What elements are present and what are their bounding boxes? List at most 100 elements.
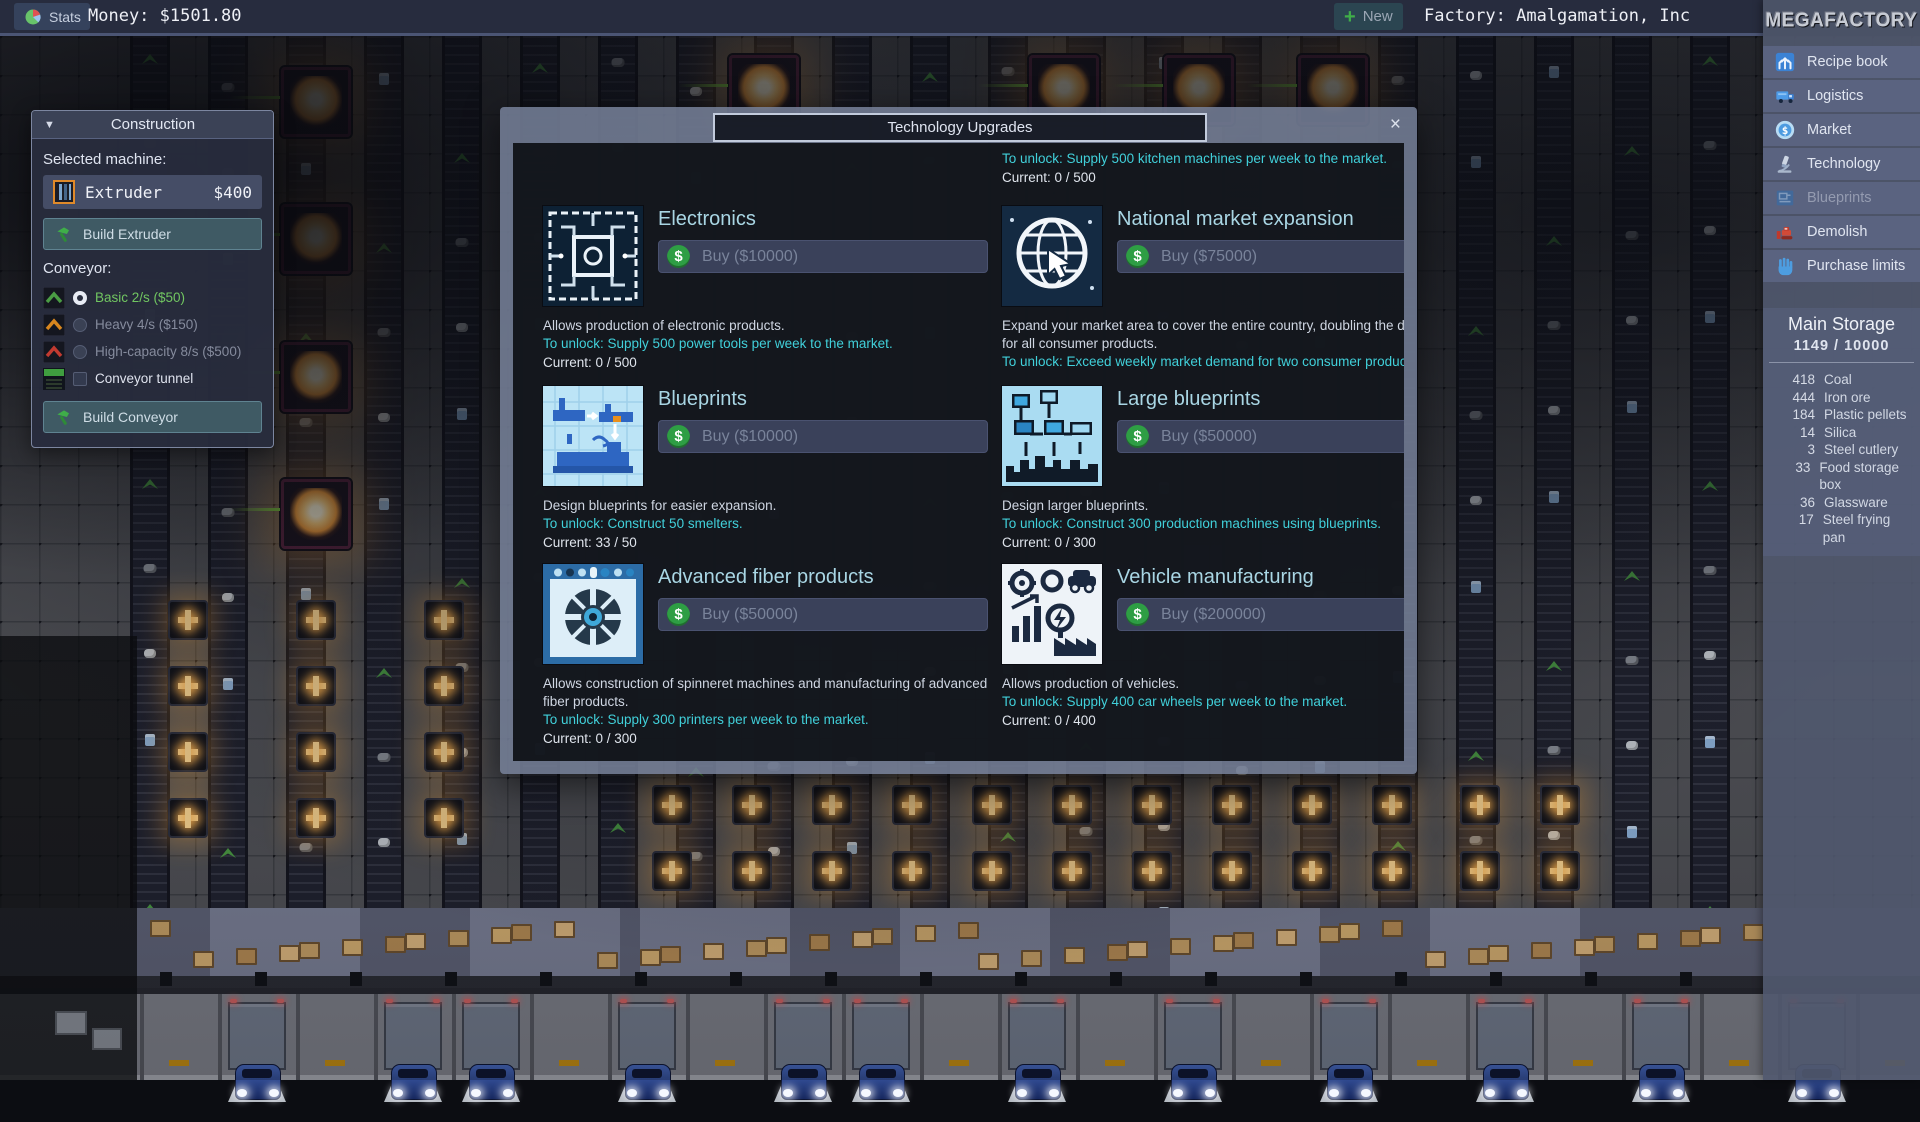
- build-extruder-button[interactable]: Build Extruder: [43, 218, 262, 250]
- close-icon[interactable]: ×: [1390, 112, 1401, 137]
- headlight: [783, 1089, 793, 1097]
- stats-button[interactable]: Stats: [14, 3, 90, 30]
- dock-post: [635, 972, 647, 986]
- dock-post: [1680, 972, 1692, 986]
- cargo-box: [766, 937, 787, 954]
- dollar-coin-icon: $: [1126, 245, 1149, 268]
- build-conveyor-label: Build Conveyor: [83, 409, 178, 425]
- partial-tech-left: [543, 143, 1002, 206]
- dock-post: [1110, 972, 1122, 986]
- technology-upgrades-modal: Technology Upgrades × To unlock: Supply …: [500, 107, 1417, 774]
- tunnel-checkbox[interactable]: [73, 372, 87, 386]
- tech-card-advanced-fiber-products: Advanced fiber products $ Buy ($50000) A…: [543, 564, 1002, 745]
- conveyor-item: [456, 238, 469, 247]
- dock-post: [1395, 972, 1407, 986]
- cargo-box: [1700, 927, 1721, 944]
- truck-cab: [1327, 1064, 1373, 1100]
- tech-card-large-blueprints: Large blueprints $ Buy ($50000) Design l…: [1002, 386, 1404, 550]
- tech-unlock-condition: To unlock: Construct 300 production mach…: [1002, 515, 1404, 533]
- pie-chart-icon: [23, 7, 43, 27]
- conveyor-item: [1705, 736, 1715, 748]
- sidebar-item-logistics[interactable]: Logistics: [1763, 80, 1920, 112]
- sidebar-item-purchase-limits[interactable]: Purchase limits: [1763, 250, 1920, 282]
- buy-button[interactable]: $ Buy ($200000): [1117, 598, 1404, 631]
- headlight: [861, 1089, 871, 1097]
- truck-rear-light: [433, 999, 440, 1003]
- radio-selected[interactable]: [73, 291, 87, 305]
- conveyor-item: [1702, 56, 1718, 66]
- truck-cab: [625, 1064, 671, 1100]
- dollar-coin-icon: $: [1126, 603, 1149, 626]
- headlight: [815, 1089, 825, 1097]
- bay-marker-dash: [1573, 1060, 1593, 1066]
- windshield: [1178, 1069, 1208, 1078]
- buy-button[interactable]: $ Buy ($10000): [658, 420, 988, 453]
- lamp-machine: [1372, 785, 1412, 825]
- cargo-box: [554, 921, 575, 938]
- lamp-machine: [168, 666, 208, 706]
- modal-content: To unlock: Supply 500 kitchen machines p…: [513, 143, 1404, 761]
- bay-divider: [1076, 994, 1080, 1080]
- radio-unselected[interactable]: [73, 318, 87, 332]
- modal-title: Technology Upgrades: [887, 119, 1032, 136]
- conveyor-item: [145, 734, 155, 746]
- conveyor-option-heavy[interactable]: Heavy 4/s ($150): [43, 311, 262, 338]
- cargo-box: [1574, 939, 1595, 956]
- selected-machine-row[interactable]: Extruder $400: [43, 175, 262, 209]
- conveyor-item: [610, 823, 626, 833]
- bay-divider: [686, 994, 690, 1080]
- lamp-machine: [1372, 851, 1412, 891]
- sidebar-item-blueprints[interactable]: Blueprints: [1763, 182, 1920, 214]
- truck-rear-light: [776, 999, 783, 1003]
- conveyor-tunnel-option[interactable]: Conveyor tunnel: [43, 365, 262, 392]
- conveyor-item: [1627, 826, 1637, 838]
- windshield: [1490, 1069, 1520, 1078]
- dock-post: [160, 972, 172, 986]
- buy-button[interactable]: $ Buy ($50000): [658, 598, 988, 631]
- conveyor-item: [1549, 491, 1559, 503]
- new-factory-button[interactable]: + New: [1334, 3, 1403, 30]
- cargo-box: [1531, 942, 1552, 959]
- dock-post: [1205, 972, 1217, 986]
- cargo-box: [978, 953, 999, 970]
- cargo-box: [703, 943, 724, 960]
- dock-band: [0, 908, 1920, 976]
- technology-microscope-icon: [1772, 152, 1798, 176]
- blueprints-icon: [1772, 186, 1798, 210]
- sidebar-item-demolish[interactable]: Demolish: [1763, 216, 1920, 248]
- radio-unselected[interactable]: [73, 345, 87, 359]
- construction-header[interactable]: ▼ Construction: [32, 111, 273, 139]
- demolish-icon: [1772, 220, 1798, 244]
- sidebar-item-technology[interactable]: Technology: [1763, 148, 1920, 180]
- build-conveyor-button[interactable]: Build Conveyor: [43, 401, 262, 433]
- storage-title: Main Storage: [1769, 314, 1914, 335]
- bay-divider: [1466, 994, 1470, 1080]
- lamp-machine: [972, 785, 1012, 825]
- conveyor-option-basic[interactable]: Basic 2/s ($50): [43, 284, 262, 311]
- bay-marker-dash: [715, 1060, 735, 1066]
- globe-cursor-icon: [1002, 206, 1102, 306]
- dock-post: [1585, 972, 1597, 986]
- conveyor-option-high-capacity[interactable]: High-capacity 8/s ($500): [43, 338, 262, 365]
- tech-unlock-condition: To unlock: Supply 400 car wheels per wee…: [1002, 693, 1404, 711]
- hammer-icon: [54, 224, 74, 244]
- conveyor-label: Conveyor:: [43, 260, 262, 277]
- conveyor-item: [1468, 326, 1484, 336]
- lamp-machine: [168, 732, 208, 772]
- conveyor-item: [300, 418, 313, 427]
- bay-marker-dash: [1105, 1060, 1125, 1066]
- conveyor-item: [300, 843, 313, 852]
- sidebar-item-market[interactable]: $ Market: [1763, 114, 1920, 146]
- tech-progress: Current: 0 / 300: [543, 731, 988, 746]
- buy-button[interactable]: $ Buy ($50000): [1117, 420, 1404, 453]
- sidebar-item-recipe-book[interactable]: Recipe book: [1763, 46, 1920, 78]
- truck-trailer: [618, 1002, 676, 1070]
- headlight: [1017, 1089, 1027, 1097]
- lamp-machine: [424, 732, 464, 772]
- conveyor-item: [379, 498, 389, 510]
- buy-button[interactable]: $ Buy ($75000): [1117, 240, 1404, 273]
- smelter-machine: [281, 67, 351, 137]
- dock-light-patch: [1430, 908, 1580, 976]
- buy-button[interactable]: $ Buy ($10000): [658, 240, 988, 273]
- dock-post: [445, 972, 457, 986]
